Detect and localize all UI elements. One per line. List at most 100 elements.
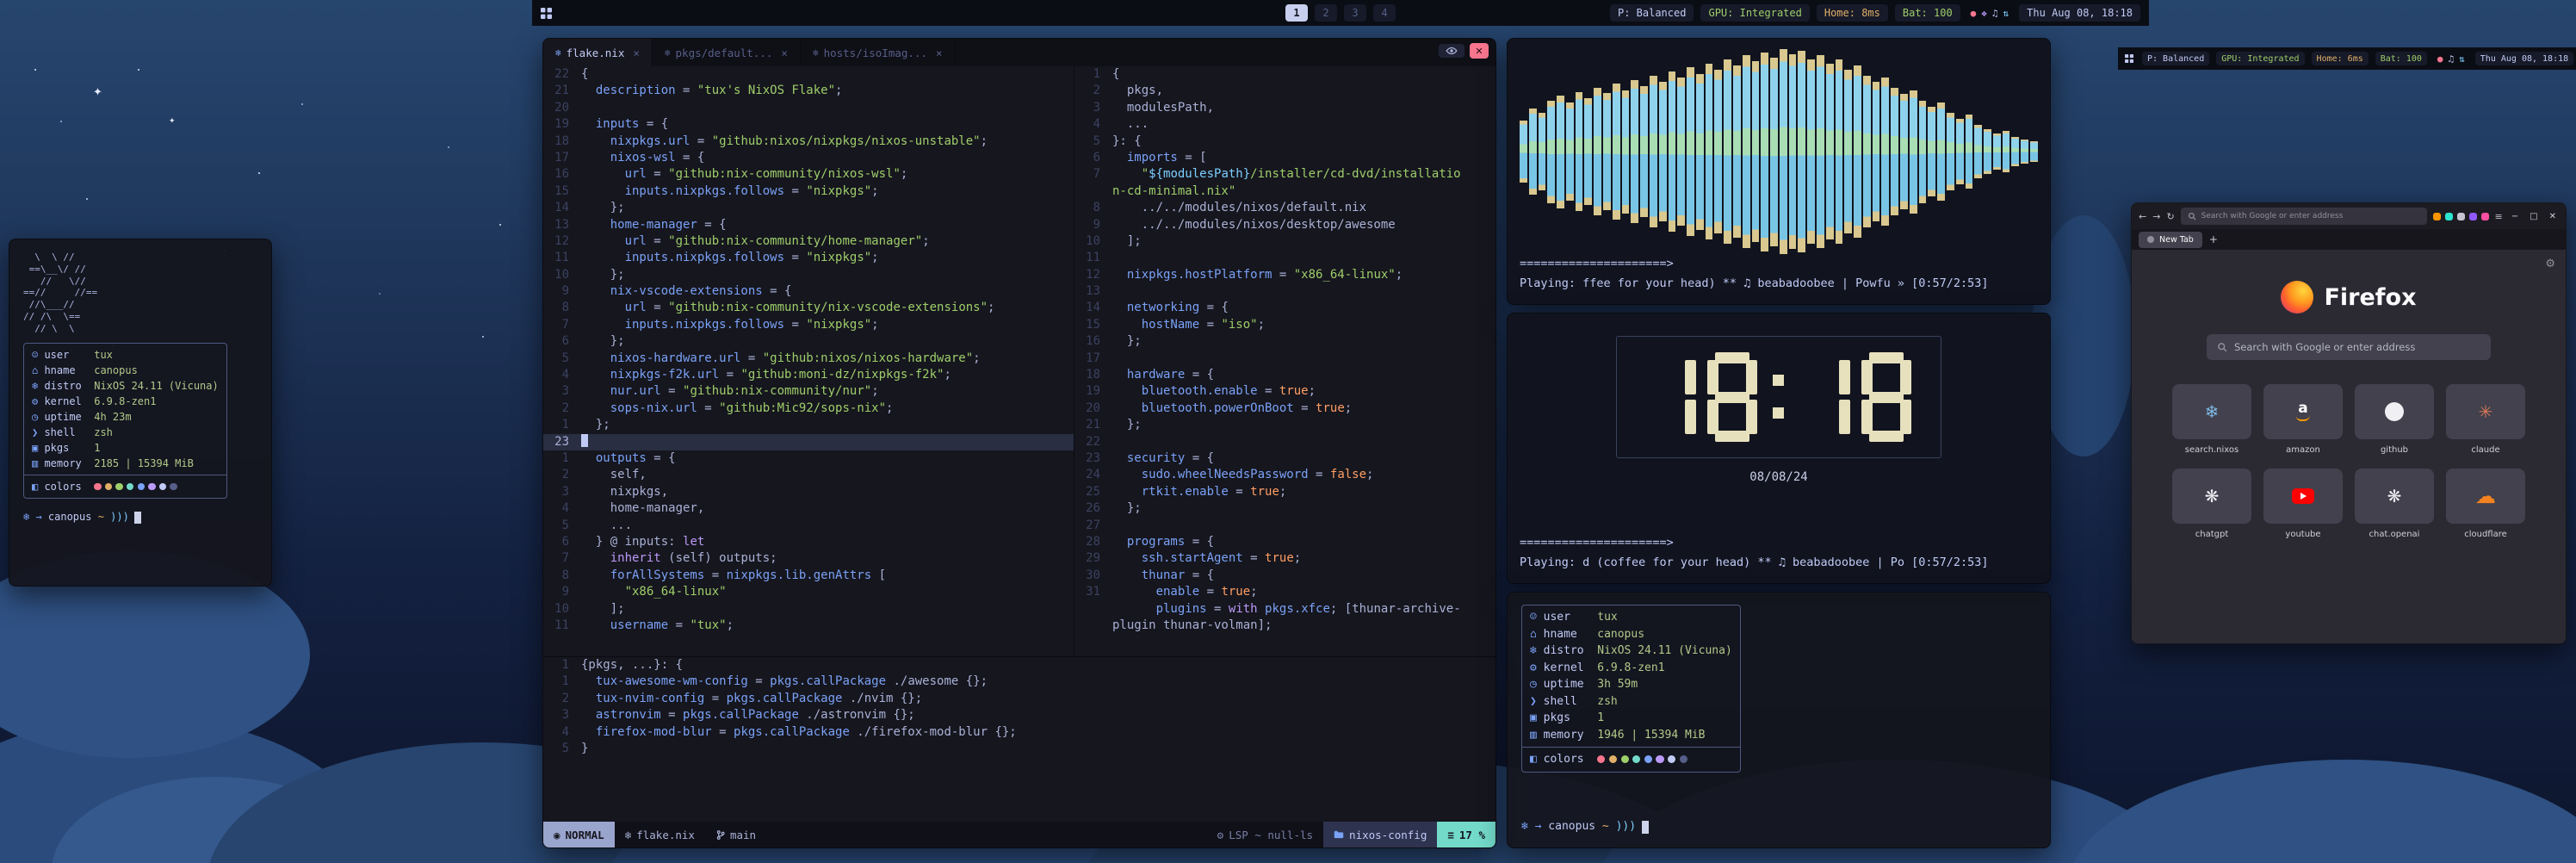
shortcut-tile-github[interactable]: github xyxy=(2355,384,2434,455)
fetch-row: ◷uptime4h 23m xyxy=(32,409,219,425)
color-dot xyxy=(1668,755,1675,763)
fetch-row: ❄distroNixOS 24.11 (Vicuna) xyxy=(32,378,219,394)
workspace-list: 1234 xyxy=(1285,4,1396,22)
shortcut-tile-cloudflare[interactable]: ☁cloudflare xyxy=(2446,469,2525,539)
volume-icon[interactable]: ♫ xyxy=(2449,53,2455,65)
shortcut-tile-amazon[interactable]: aamazon xyxy=(2263,384,2343,455)
workspace-button[interactable]: 2 xyxy=(1315,4,1337,22)
editor-pane-flake[interactable]: 22{21 description = "tux's NixOS Flake";… xyxy=(543,66,1074,656)
extension-icon[interactable] xyxy=(2445,213,2453,220)
status-pill[interactable]: P: Balanced xyxy=(2142,52,2209,65)
tab-close-icon[interactable]: × xyxy=(936,47,943,59)
code-text: hardware = { xyxy=(1112,367,1495,383)
app-launcher-icon[interactable] xyxy=(541,8,552,19)
tab-close-icon[interactable]: × xyxy=(633,47,640,59)
colon-dot xyxy=(1773,375,1784,386)
visualizer-bar xyxy=(1826,64,1834,240)
status-pill[interactable]: P: Balanced xyxy=(1610,4,1694,22)
status-pill[interactable]: Home: 8ms xyxy=(1817,4,1888,22)
tab-close-icon[interactable]: × xyxy=(781,47,788,59)
maximize-button[interactable]: □ xyxy=(2527,212,2540,221)
workspace-button[interactable]: 4 xyxy=(1373,4,1396,22)
code-line: 10 }; xyxy=(543,267,1074,283)
code-text: ... xyxy=(581,518,1074,534)
mode-indicator: ◉ NORMAL xyxy=(543,822,615,847)
fetch-label: kernel xyxy=(44,394,94,409)
status-pill[interactable]: Bat: 100 xyxy=(1895,4,1960,22)
close-button[interactable]: ✕ xyxy=(2547,212,2559,221)
apps-icon[interactable]: ❖ xyxy=(1981,8,1987,19)
status-pill[interactable]: Home: 6ms xyxy=(2312,52,2369,65)
editor-pane-iso[interactable]: 1{2 pkgs,3 modulesPath,4 ...5}: {6 impor… xyxy=(1074,66,1495,656)
settings-gear-icon[interactable]: ⚙ xyxy=(2545,258,2555,270)
code-text: }; xyxy=(1112,500,1495,517)
reload-icon[interactable]: ↻ xyxy=(2166,211,2174,222)
network-icon[interactable]: ⇅ xyxy=(2003,8,2009,19)
line-number: 2 xyxy=(543,691,581,707)
window-close-button[interactable]: ✕ xyxy=(1470,43,1489,59)
code-line: 1 }; xyxy=(543,417,1074,433)
volume-icon[interactable]: ♫ xyxy=(1992,8,1998,19)
editor-tab[interactable]: ❄hosts/isoImag...× xyxy=(801,39,956,66)
record-icon[interactable]: ● xyxy=(1971,8,1977,19)
new-tab-button[interactable]: + xyxy=(2209,233,2218,245)
forward-icon[interactable]: → xyxy=(2152,211,2160,222)
shortcut-tile-chatgpt[interactable]: ❋chatgpt xyxy=(2172,469,2251,539)
clock-colon xyxy=(1768,352,1789,442)
record-icon[interactable]: ● xyxy=(2437,53,2443,65)
extension-icon[interactable] xyxy=(2469,213,2477,220)
preview-toggle-button[interactable] xyxy=(1439,44,1464,58)
status-pill[interactable]: GPU: Integrated xyxy=(2216,52,2304,65)
shortcut-tile-youtube[interactable]: youtube xyxy=(2263,469,2343,539)
fetch-label: distro xyxy=(44,378,94,394)
line-number: 9 xyxy=(543,584,581,600)
line-number: 2 xyxy=(543,467,581,483)
code-text: pkgs, xyxy=(1112,83,1495,99)
back-icon[interactable]: ← xyxy=(2139,211,2146,222)
fetch-label: pkgs xyxy=(1544,710,1598,727)
github-icon xyxy=(2385,402,2404,421)
code-text xyxy=(1112,283,1495,300)
workspace-button[interactable]: 1 xyxy=(1285,4,1308,22)
fetch-label: uptime xyxy=(44,409,94,425)
clock-widget[interactable]: Thu Aug 08, 18:18 xyxy=(2019,4,2140,22)
extension-icon[interactable] xyxy=(2481,213,2489,220)
palette-icon: ◧ xyxy=(1530,751,1544,768)
extension-icon[interactable] xyxy=(2457,213,2465,220)
code-text: sudo.wheelNeedsPassword = false; xyxy=(1112,467,1495,483)
color-dot xyxy=(115,483,122,490)
line-number: 3 xyxy=(543,383,581,400)
fetch-value: 1 xyxy=(94,440,100,456)
menu-icon[interactable]: ≡ xyxy=(2495,211,2503,222)
color-dot xyxy=(1632,755,1640,763)
color-dot xyxy=(127,483,133,490)
digit-segment xyxy=(1900,400,1911,434)
tab-new-tab[interactable]: New Tab xyxy=(2139,232,2202,248)
network-icon[interactable]: ⇅ xyxy=(2459,53,2465,65)
app-launcher-icon[interactable] xyxy=(2125,54,2133,63)
workspace-button[interactable]: 3 xyxy=(1344,4,1366,22)
color-dot xyxy=(170,483,176,490)
line-number xyxy=(1074,601,1112,618)
line-number: 6 xyxy=(1074,150,1112,166)
shell-prompt[interactable]: ❄ → canopus ~ ))) xyxy=(1521,819,2036,835)
extension-icon[interactable] xyxy=(2433,213,2441,220)
newtab-search-bar[interactable]: Search with Google or enter address xyxy=(2207,334,2491,360)
shell-prompt[interactable]: ❄ → canopus ~ ))) xyxy=(23,511,257,525)
line-number: 10 xyxy=(543,601,581,618)
status-pill[interactable]: Bat: 100 xyxy=(2375,52,2427,65)
shortcut-tile-chat-openai[interactable]: ❋chat.openai xyxy=(2355,469,2434,539)
color-dot xyxy=(1680,755,1687,763)
editor-tab[interactable]: ❄flake.nix× xyxy=(543,39,653,66)
editor-pane-pkgs[interactable]: 1{pkgs, ...}: {1 tux-awesome-wm-config =… xyxy=(543,656,1495,822)
minimize-button[interactable]: − xyxy=(2509,212,2521,221)
clock-widget[interactable]: Thu Aug 08, 18:18 xyxy=(2475,52,2573,65)
code-text: ../../modules/nixos/default.nix xyxy=(1112,200,1495,216)
editor-tab[interactable]: ❄pkgs/default...× xyxy=(653,39,801,66)
status-pill[interactable]: GPU: Integrated xyxy=(1700,4,1809,22)
url-bar[interactable]: Search with Google or enter address xyxy=(2181,208,2427,225)
branch-label: main xyxy=(730,829,756,841)
shortcut-tile-claude[interactable]: ✳claude xyxy=(2446,384,2525,455)
shortcut-tile-search-nixos[interactable]: ❄search.nixos xyxy=(2172,384,2251,455)
digit-segment xyxy=(1839,400,1850,434)
